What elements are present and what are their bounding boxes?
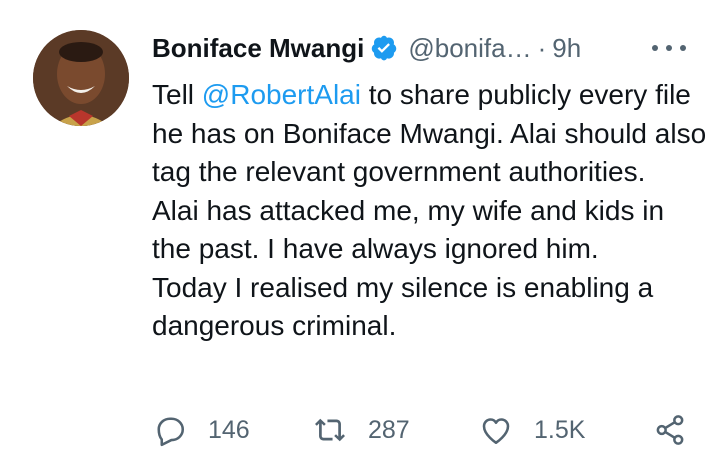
reply-button[interactable]: 146 [152, 410, 250, 450]
verified-badge-icon [370, 34, 398, 62]
like-count: 1.5K [534, 415, 586, 444]
share-button[interactable] [652, 410, 688, 450]
tweet-text: Tell @RobertAlai to share publicly every… [152, 76, 707, 346]
avatar[interactable] [33, 30, 129, 126]
reply-icon [157, 417, 185, 447]
share-icon [656, 415, 684, 445]
more-dot [680, 45, 686, 51]
tweet-paragraph-2: Alai has attacked me, my wife and kids i… [152, 194, 665, 265]
author-handle[interactable]: @bonifa… [408, 33, 531, 64]
header-separator: · [537, 32, 547, 63]
like-button[interactable]: 1.5K [478, 410, 585, 450]
retweet-icon [315, 418, 345, 442]
more-dot [666, 45, 672, 51]
tweet-text-lead: Tell [152, 79, 202, 110]
retweet-count: 287 [368, 415, 410, 444]
tweet-header: Boniface Mwangi @bonifa… · 9h [152, 28, 581, 68]
tweet-card[interactable]: Boniface Mwangi @bonifa… · 9h Tell @Robe… [0, 0, 720, 476]
more-dot [652, 45, 658, 51]
like-icon [482, 418, 510, 445]
tweet-paragraph-1: Tell @RobertAlai to share publicly every… [152, 76, 707, 192]
more-options-icon[interactable] [652, 38, 686, 58]
retweet-button[interactable]: 287 [312, 410, 410, 450]
mention-link[interactable]: @RobertAlai [202, 79, 361, 110]
tweet-paragraph-3: Today I realised my silence is enabling … [152, 271, 654, 342]
tweet-time[interactable]: 9h [552, 33, 581, 64]
avatar-image [33, 30, 129, 126]
author-name[interactable]: Boniface Mwangi [152, 33, 364, 64]
reply-count: 146 [208, 415, 250, 444]
tweet-actions: 146 287 1.5K [152, 410, 697, 450]
